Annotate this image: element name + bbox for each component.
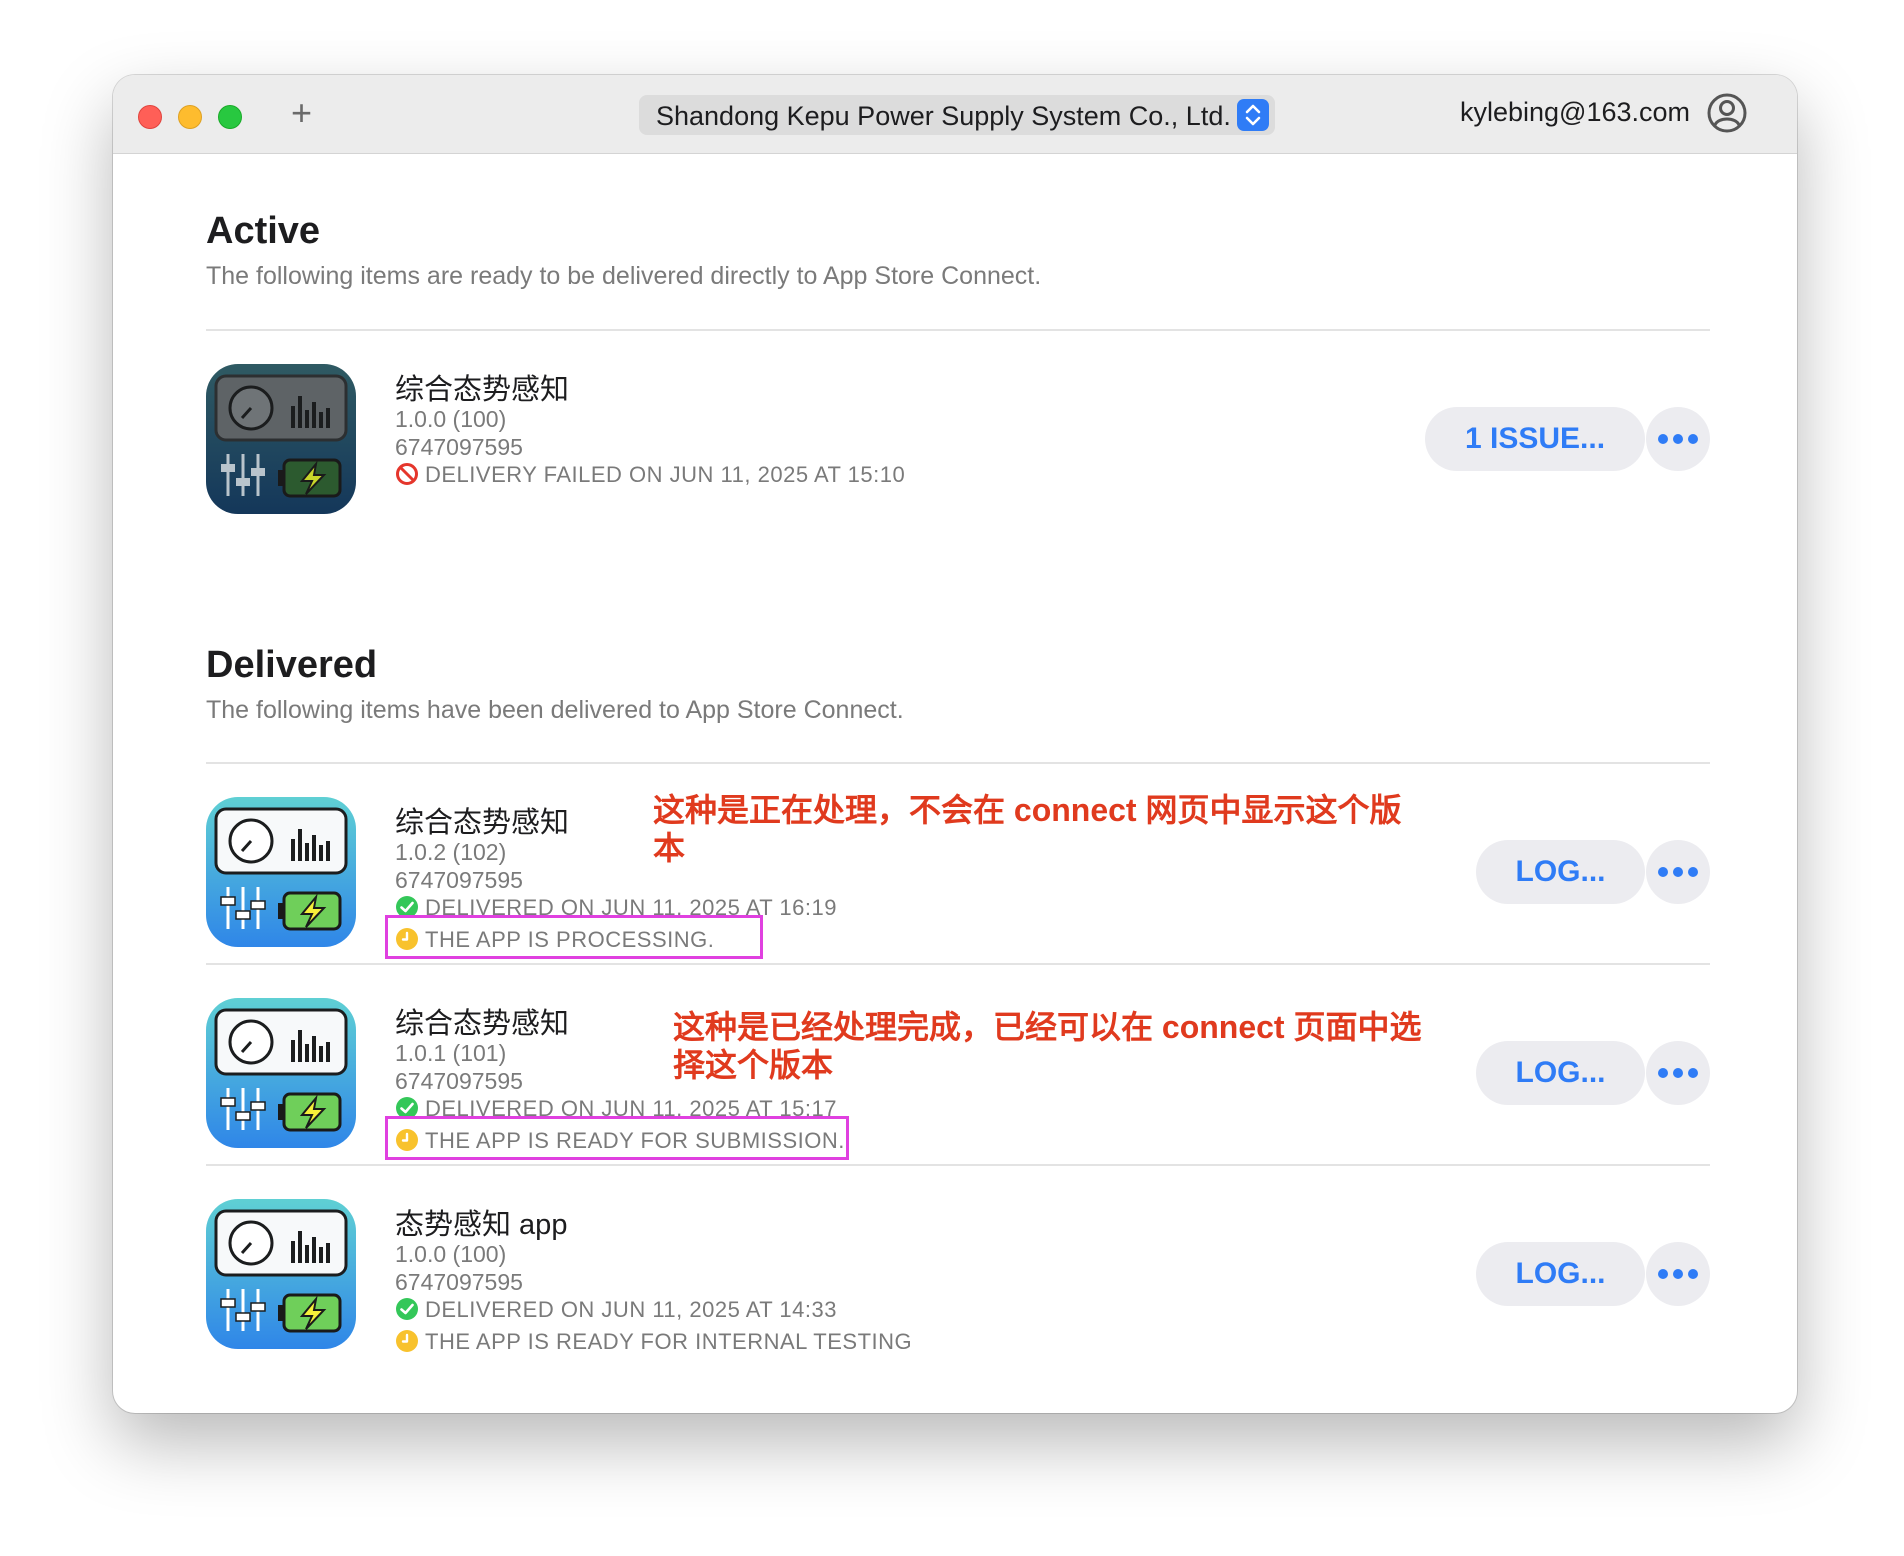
issues-button[interactable]: 1 ISSUE... bbox=[1425, 407, 1645, 471]
ellipsis-icon bbox=[1646, 407, 1710, 471]
delivery-status: DELIVERED ON JUN 11, 2025 AT 14:33 bbox=[395, 1297, 837, 1323]
highlight-box bbox=[385, 1116, 849, 1160]
delivered-item-row: 综合态势感知 1.0.2 (102) 6747097595 DELIVERED … bbox=[113, 792, 1797, 997]
delivery-status-text: DELIVERY FAILED ON JUN 11, 2025 AT 15:10 bbox=[425, 462, 906, 487]
app-icon bbox=[206, 364, 356, 514]
app-name: 态势感知 app bbox=[395, 1209, 568, 1241]
ellipsis-icon bbox=[1646, 840, 1710, 904]
title-bar: + Shandong Kepu Power Supply System Co.,… bbox=[113, 75, 1797, 154]
app-name: 综合态势感知 bbox=[395, 1008, 570, 1040]
annotation-processing-note: 这种是正在处理，不会在 connect 网页中显示这个版本 bbox=[653, 792, 1402, 866]
team-name: Shandong Kepu Power Supply System Co., L… bbox=[656, 101, 1231, 131]
more-button[interactable] bbox=[1646, 1242, 1710, 1306]
ellipsis-icon bbox=[1646, 1041, 1710, 1105]
account-email: kylebing@163.com bbox=[1460, 97, 1691, 127]
checkmark-circle-icon bbox=[395, 1297, 419, 1321]
more-button[interactable] bbox=[1646, 1041, 1710, 1105]
active-section-subtitle: The following items are ready to be deli… bbox=[206, 262, 1042, 290]
more-button[interactable] bbox=[1646, 840, 1710, 904]
clock-icon bbox=[395, 1329, 419, 1353]
app-version: 1.0.1 (101) bbox=[395, 1040, 507, 1066]
app-icon bbox=[206, 1199, 356, 1349]
app-id: 6747097595 bbox=[395, 1068, 523, 1094]
plus-icon[interactable]: + bbox=[291, 93, 312, 133]
app-version: 1.0.0 (100) bbox=[395, 406, 507, 432]
delivery-status-text: DELIVERED ON JUN 11, 2025 AT 14:33 bbox=[425, 1297, 837, 1322]
delivered-section-subtitle: The following items have been delivered … bbox=[206, 696, 904, 724]
processing-status: THE APP IS READY FOR INTERNAL TESTING bbox=[395, 1329, 912, 1355]
ellipsis-icon bbox=[1646, 1242, 1710, 1306]
close-window-button[interactable] bbox=[138, 105, 162, 129]
app-version: 1.0.0 (100) bbox=[395, 1241, 507, 1267]
delivered-item-row: 态势感知 app 1.0.0 (100) 6747097595 DELIVERE… bbox=[113, 1199, 1797, 1399]
app-version: 1.0.2 (102) bbox=[395, 839, 507, 865]
divider bbox=[206, 1164, 1710, 1166]
minimize-window-button[interactable] bbox=[178, 105, 202, 129]
app-id: 6747097595 bbox=[395, 1269, 523, 1295]
app-icon bbox=[206, 797, 356, 947]
divider bbox=[206, 762, 1710, 764]
annotation-ready-note: 这种是已经处理完成，已经可以在 connect 页面中选择这个版本 bbox=[673, 1009, 1422, 1083]
log-button[interactable]: LOG... bbox=[1476, 1242, 1645, 1306]
stepper-icon bbox=[1237, 99, 1269, 131]
processing-status-text: THE APP IS READY FOR INTERNAL TESTING bbox=[425, 1329, 913, 1354]
delivered-section-title: Delivered bbox=[206, 644, 378, 686]
delivered-item-row: 综合态势感知 1.0.1 (101) 6747097595 DELIVERED … bbox=[113, 998, 1797, 1198]
log-button[interactable]: LOG... bbox=[1476, 1041, 1645, 1105]
app-id: 6747097595 bbox=[395, 434, 523, 460]
divider bbox=[206, 963, 1710, 965]
app-id: 6747097595 bbox=[395, 867, 523, 893]
person-circle-icon[interactable] bbox=[1706, 92, 1748, 139]
more-button[interactable] bbox=[1646, 407, 1710, 471]
delivery-status: DELIVERY FAILED ON JUN 11, 2025 AT 15:10 bbox=[395, 462, 905, 488]
zoom-window-button[interactable] bbox=[218, 105, 242, 129]
highlight-box bbox=[385, 915, 763, 959]
log-button[interactable]: LOG... bbox=[1476, 840, 1645, 904]
active-section-title: Active bbox=[206, 210, 321, 252]
transporter-window: + Shandong Kepu Power Supply System Co.,… bbox=[113, 75, 1797, 1413]
app-icon bbox=[206, 998, 356, 1148]
prohibited-icon bbox=[395, 462, 419, 486]
app-name: 综合态势感知 bbox=[395, 807, 570, 839]
active-item-row: 综合态势感知 1.0.0 (100) 6747097595 DELIVERY F… bbox=[113, 364, 1797, 564]
divider bbox=[206, 329, 1710, 331]
team-select[interactable]: Shandong Kepu Power Supply System Co., L… bbox=[639, 95, 1275, 135]
app-name: 综合态势感知 bbox=[395, 374, 570, 406]
